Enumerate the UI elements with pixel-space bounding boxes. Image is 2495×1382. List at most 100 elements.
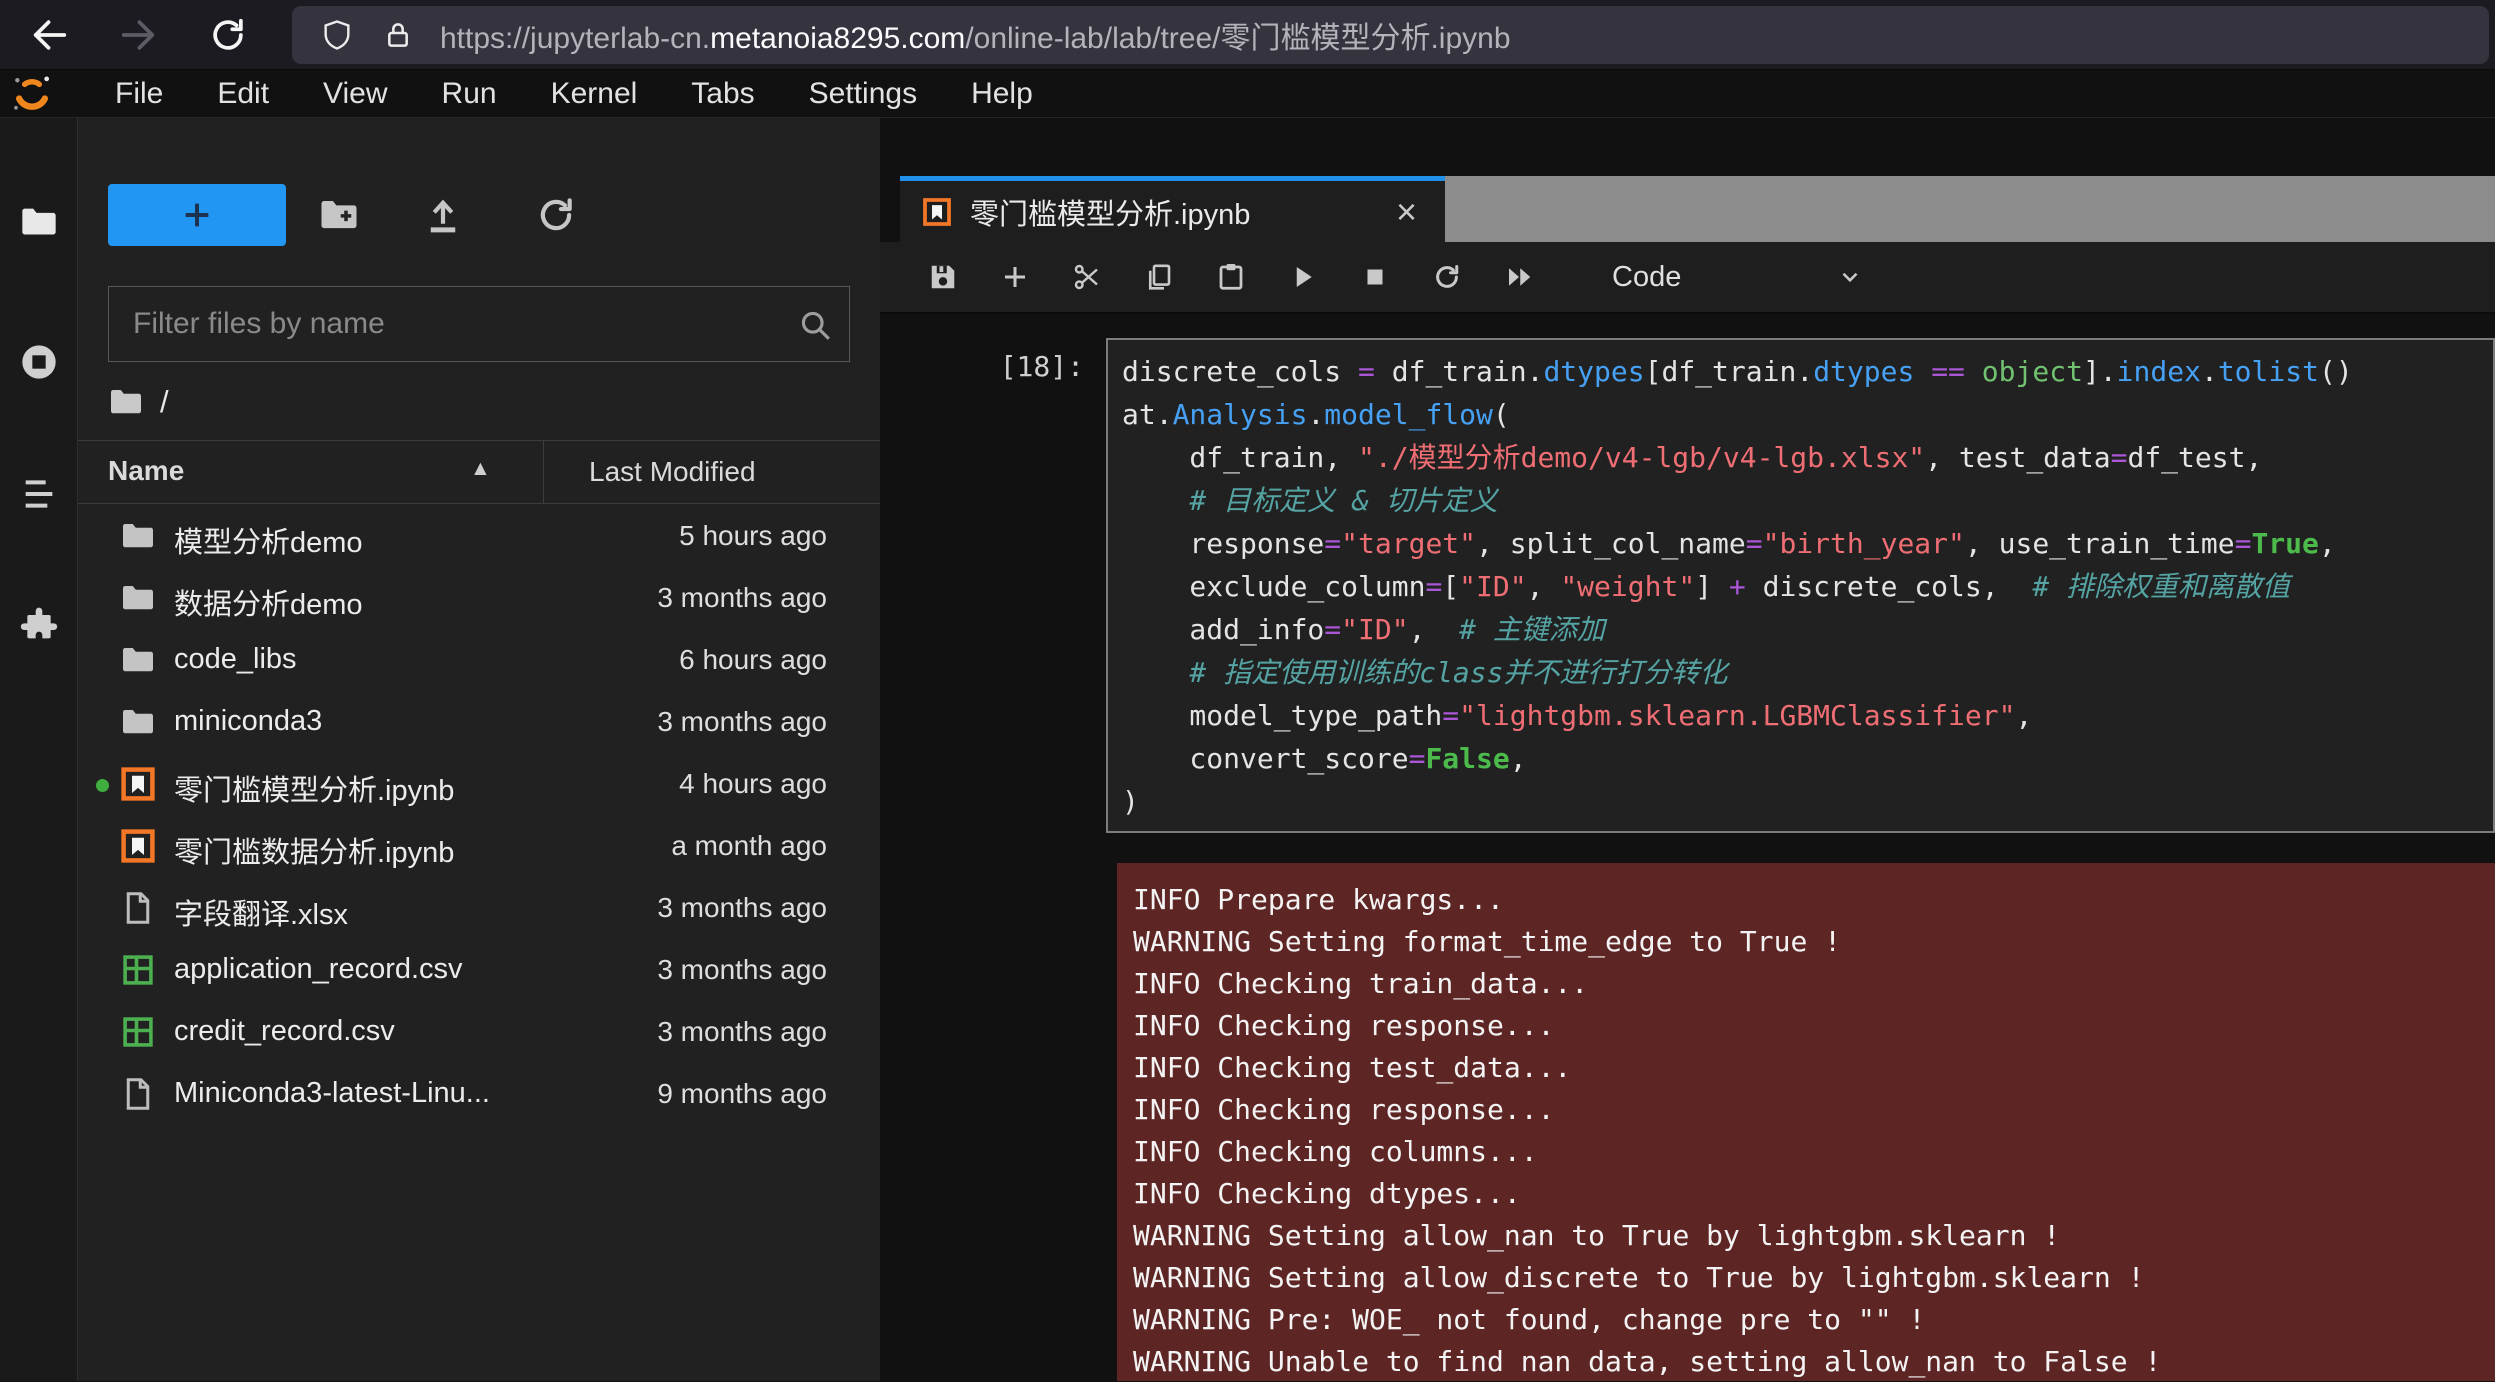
left-sidebar-strip [0, 118, 78, 1381]
file-row[interactable]: 数据分析demo 3 months ago [78, 567, 880, 629]
file-browser-icon[interactable] [19, 202, 59, 242]
folder-icon [120, 642, 156, 678]
tab-bar-empty-area [1445, 176, 2495, 242]
file-modified: a month ago [671, 830, 827, 861]
execution-count: [18]: [999, 350, 1084, 383]
extensions-icon[interactable] [19, 605, 59, 645]
file-name: 字段翻译.xlsx [174, 899, 349, 931]
copy-cell-icon[interactable] [1144, 262, 1174, 292]
file-modified: 3 months ago [657, 954, 827, 985]
tracking-shield-icon[interactable] [320, 18, 354, 52]
code-line: # 目标定义 & 切片定义 [1122, 484, 1498, 517]
file-modified: 4 hours ago [679, 768, 827, 799]
file-row[interactable]: 零门槛模型分析.ipynb 4 hours ago [78, 753, 880, 815]
code-editor[interactable]: discrete_cols = df_train.dtypes[df_train… [1106, 338, 2495, 833]
refresh-file-list-icon[interactable] [535, 194, 577, 236]
file-row[interactable]: 字段翻译.xlsx 3 months ago [78, 877, 880, 939]
code-line: response="target", split_col_name="birth… [1122, 527, 2336, 560]
home-folder-icon [108, 384, 144, 420]
sort-ascending-icon[interactable]: ▲ [470, 457, 491, 481]
log-line: INFO Checking columns... [1133, 1135, 1538, 1168]
file-row[interactable]: miniconda3 3 months ago [78, 691, 880, 753]
cut-cell-icon[interactable] [1072, 262, 1102, 292]
file-name: Miniconda3-latest-Linu... [174, 1077, 490, 1109]
new-launcher-button[interactable] [108, 184, 286, 246]
address-bar[interactable]: https://jupyterlab-cn.metanoia8295.com/o… [292, 6, 2489, 64]
folder-icon [120, 704, 156, 740]
restart-run-all-icon[interactable] [1504, 262, 1534, 292]
csv-icon [120, 952, 156, 988]
filter-files-input[interactable] [109, 287, 849, 361]
file-modified: 9 months ago [657, 1078, 827, 1109]
column-header-modified[interactable]: Last Modified [589, 456, 756, 488]
breadcrumb[interactable]: / [108, 380, 169, 424]
menu-item[interactable]: Kernel [524, 77, 665, 111]
jupyterlab-shell: File Edit View Run Kernel Tabs Settings Help [0, 70, 2495, 1382]
file-row[interactable]: 零门槛数据分析.ipynb a month ago [78, 815, 880, 877]
reload-icon[interactable] [208, 15, 248, 55]
file-name: 零门槛模型分析.ipynb [174, 775, 455, 807]
file-name: application_record.csv [174, 953, 463, 985]
tab-bar: 零门槛模型分析.ipynb × [880, 176, 2495, 242]
tab-notebook[interactable]: 零门槛模型分析.ipynb × [900, 176, 1445, 242]
close-icon[interactable]: × [1396, 193, 1417, 230]
file-modified: 3 months ago [657, 582, 827, 613]
lock-icon[interactable] [382, 19, 414, 51]
menu-item[interactable]: Help [944, 77, 1060, 111]
run-cell-icon[interactable] [1288, 262, 1318, 292]
file-icon [120, 1076, 156, 1112]
file-browser-panel: / Name ▲ Last Modified 模型分析demo 5 hours … [78, 118, 880, 1381]
column-header-name[interactable]: Name [108, 455, 184, 487]
notebook-icon [922, 197, 952, 227]
file-modified: 5 hours ago [679, 520, 827, 551]
save-icon[interactable] [928, 262, 958, 292]
add-cell-icon[interactable] [1000, 262, 1030, 292]
notebook-content: [18]: discrete_cols = df_train.dtypes[df… [880, 314, 2495, 1381]
file-row[interactable]: application_record.csv 3 months ago [78, 939, 880, 1001]
code-line: at.Analysis.model_flow( [1122, 398, 1510, 431]
tab-title: 零门槛模型分析.ipynb [970, 198, 1251, 231]
log-line: INFO Prepare kwargs... [1133, 883, 1504, 916]
menu-item[interactable]: View [296, 77, 414, 111]
file-row[interactable]: credit_record.csv 3 months ago [78, 1001, 880, 1063]
chevron-down-icon[interactable] [1837, 264, 1863, 290]
file-name: miniconda3 [174, 705, 323, 737]
forward-icon[interactable] [118, 15, 158, 55]
table-of-contents-icon[interactable] [19, 474, 59, 514]
code-line: model_type_path="lightgbm.sklearn.LGBMCl… [1122, 699, 2033, 732]
notebook-toolbar: Code [880, 242, 2495, 314]
menu-item[interactable]: Edit [190, 77, 296, 111]
menu-item[interactable]: Tabs [664, 77, 781, 111]
log-line: WARNING Setting format_time_edge to True… [1133, 925, 1842, 958]
file-modified: 6 hours ago [679, 644, 827, 675]
menu-bar: File Edit View Run Kernel Tabs Settings Help [0, 70, 2495, 118]
log-line: INFO Checking test_data... [1133, 1051, 1572, 1084]
file-list: 模型分析demo 5 hours ago 数据分析demo 3 months a… [78, 505, 880, 1125]
cell-type-select[interactable]: Code [1612, 261, 1681, 294]
file-row[interactable]: code_libs 6 hours ago [78, 629, 880, 691]
notebook-icon [120, 766, 156, 802]
paste-cell-icon[interactable] [1216, 262, 1246, 292]
upload-icon[interactable] [422, 194, 464, 236]
file-row[interactable]: 模型分析demo 5 hours ago [78, 505, 880, 567]
file-list-header: Name ▲ Last Modified [78, 440, 880, 504]
new-folder-icon[interactable] [318, 194, 360, 236]
kernel-running-dot [96, 779, 109, 792]
back-icon[interactable] [30, 15, 70, 55]
interrupt-kernel-icon[interactable] [1360, 262, 1390, 292]
running-sessions-icon[interactable] [19, 342, 59, 382]
restart-kernel-icon[interactable] [1432, 262, 1462, 292]
code-line: # 指定使用训练的class并不进行打分转化 [1122, 656, 1728, 689]
menu-item[interactable]: Run [415, 77, 524, 111]
log-line: WARNING Unable to find nan data, setting… [1133, 1345, 2162, 1378]
file-row[interactable]: Miniconda3-latest-Linu... 9 months ago [78, 1063, 880, 1125]
file-modified: 3 months ago [657, 892, 827, 923]
main-dock-panel: 零门槛模型分析.ipynb × Code [18]: discrete_cols… [880, 118, 2495, 1381]
menu-item[interactable]: Settings [782, 77, 944, 111]
notebook-icon [120, 828, 156, 864]
menu-item[interactable]: File [88, 77, 190, 111]
log-line: WARNING Setting allow_discrete to True b… [1133, 1261, 2145, 1294]
code-line: discrete_cols = df_train.dtypes[df_train… [1122, 355, 2353, 388]
column-divider [543, 441, 544, 503]
log-line: INFO Checking train_data... [1133, 967, 1589, 1000]
